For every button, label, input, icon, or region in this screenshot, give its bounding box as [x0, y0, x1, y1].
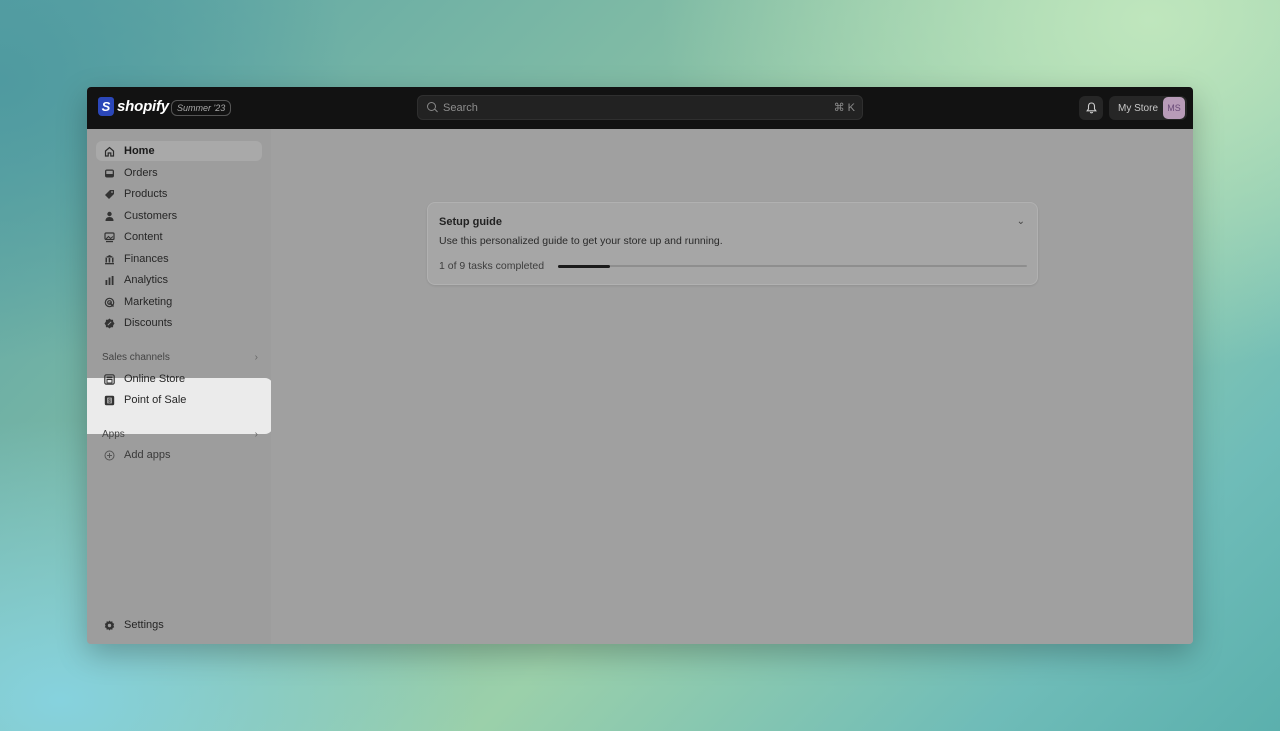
discount-icon: [104, 318, 115, 329]
setup-guide-title: Setup guide: [439, 216, 502, 228]
chevron-right-icon: ›: [254, 428, 258, 440]
section-label: Sales channels: [102, 351, 170, 363]
setup-guide-description: Use this personalized guide to get your …: [439, 235, 723, 247]
progress-label: 1 of 9 tasks completed: [439, 260, 545, 272]
plus-circle-icon: [104, 450, 115, 461]
nav-label: Content: [124, 231, 163, 243]
sidebar-item-discounts[interactable]: Discounts: [96, 313, 262, 333]
chevron-down-icon[interactable]: ⌄: [1017, 216, 1025, 227]
nav-label: Home: [124, 145, 155, 157]
app-window: S shopify Summer '23 Search ⌘ K My Store…: [87, 87, 1193, 644]
section-label: Apps: [102, 428, 125, 440]
sidebar-item-customers[interactable]: Customers: [96, 206, 262, 226]
home-icon: [104, 146, 115, 157]
nav-label: Online Store: [124, 373, 186, 385]
sidebar-item-online-store[interactable]: Online Store: [96, 369, 262, 389]
sidebar-item-products[interactable]: Products: [96, 184, 262, 204]
logo-text: shopify: [117, 98, 169, 115]
sidebar-item-analytics[interactable]: Analytics: [96, 270, 262, 290]
search-placeholder: Search: [443, 101, 478, 114]
sidebar-item-finances[interactable]: Finances: [96, 249, 262, 269]
sales-channels-header[interactable]: Sales channels ›: [102, 349, 258, 365]
bank-icon: [104, 254, 115, 265]
search-icon: [427, 102, 438, 113]
sidebar-item-marketing[interactable]: Marketing: [96, 292, 262, 312]
store-name: My Store: [1118, 102, 1159, 114]
shopify-logo[interactable]: S shopify: [98, 97, 169, 116]
person-icon: [104, 211, 115, 222]
nav-label: Customers: [124, 210, 178, 222]
edition-badge: Summer '23: [171, 100, 232, 116]
sidebar-item-content[interactable]: Content: [96, 227, 262, 247]
nav-label: Point of Sale: [124, 394, 187, 406]
sidebar-item-home[interactable]: Home: [96, 141, 262, 161]
sidebar: Home Orders Products Customers Content F…: [87, 129, 273, 644]
store-icon: [104, 373, 115, 385]
top-bar: S shopify Summer '23 Search ⌘ K My Store…: [87, 87, 1193, 129]
store-menu-button[interactable]: My Store MS: [1109, 96, 1187, 120]
setup-guide-card: Setup guide ⌄ Use this personalized guid…: [427, 202, 1038, 285]
nav-label: Discounts: [124, 317, 173, 329]
nav-label: Add apps: [124, 449, 171, 461]
search-shortcut: ⌘ K: [833, 102, 855, 114]
bar-chart-icon: [104, 275, 115, 286]
shopify-bag-icon: S: [98, 97, 114, 116]
progress-bar: [558, 264, 1027, 268]
nav-label: Products: [124, 188, 168, 200]
nav-label: Finances: [124, 253, 169, 265]
nav-label: Analytics: [124, 274, 169, 286]
sidebar-item-add-apps[interactable]: Add apps: [96, 445, 262, 465]
target-icon: [104, 297, 115, 308]
avatar: MS: [1163, 97, 1185, 119]
nav-label: Orders: [124, 167, 158, 179]
pos-icon: $: [104, 395, 115, 406]
sidebar-item-settings[interactable]: Settings: [96, 615, 262, 635]
search-input[interactable]: Search ⌘ K: [417, 95, 863, 120]
inbox-icon: [104, 168, 115, 179]
nav-label: Settings: [124, 619, 164, 631]
nav-label: Marketing: [124, 296, 173, 308]
sidebar-item-point-of-sale[interactable]: $ Point of Sale: [96, 390, 262, 410]
apps-header[interactable]: Apps ›: [102, 426, 258, 442]
notifications-button[interactable]: [1079, 96, 1103, 120]
sidebar-item-orders[interactable]: Orders: [96, 163, 262, 183]
svg-text:$: $: [108, 398, 111, 404]
bell-icon: [1085, 102, 1097, 114]
gear-icon: [104, 620, 115, 631]
image-icon: [104, 231, 115, 243]
chevron-right-icon: ›: [254, 351, 258, 363]
tag-icon: [104, 189, 115, 200]
progress-fill: [558, 264, 611, 268]
main-content: Setup guide ⌄ Use this personalized guid…: [271, 129, 1193, 644]
